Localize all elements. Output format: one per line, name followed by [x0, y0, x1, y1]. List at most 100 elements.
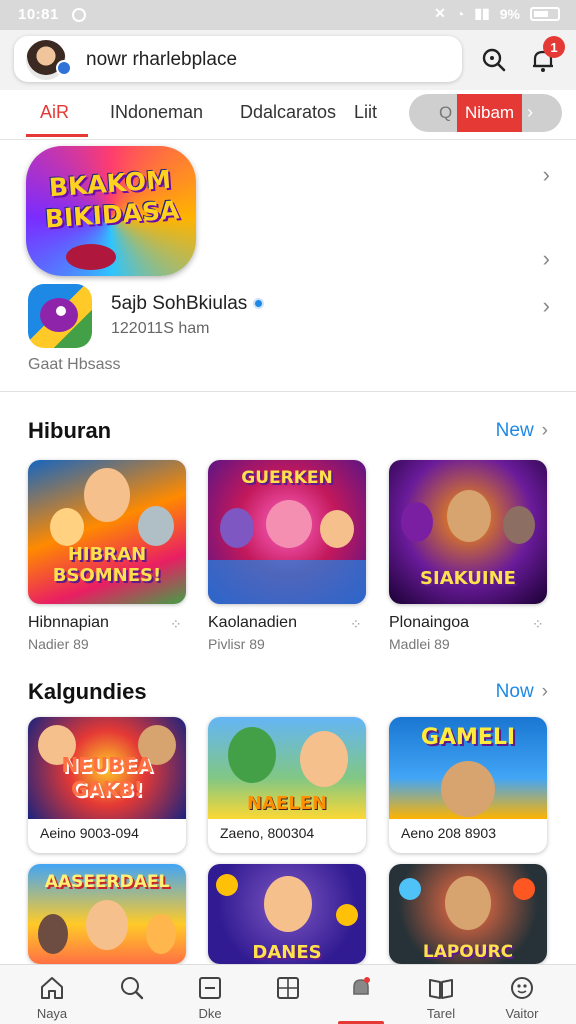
- wifi-icon: ◔: [455, 5, 465, 22]
- more-options-icon[interactable]: ⁘: [350, 616, 362, 633]
- tab-liit[interactable]: Liit: [354, 102, 377, 123]
- app-name[interactable]: 5ajb SohBkiulas: [111, 293, 265, 315]
- bottom-navigation: Naya Dke Tarel Vaitor: [0, 964, 576, 1024]
- game-tile[interactable]: GUERKEN: [208, 460, 366, 604]
- app-mascot-eye: [56, 306, 66, 316]
- nav-label: Dke: [198, 1006, 222, 1021]
- nav-grid[interactable]: [248, 965, 328, 1024]
- game-art-title: GAMELI: [420, 725, 516, 750]
- search-icon[interactable]: [474, 40, 514, 80]
- tile-floor: [208, 560, 366, 604]
- game-character: [445, 876, 491, 930]
- game-character: [86, 900, 128, 950]
- mute-icon: ✕: [434, 5, 446, 21]
- section-link-now[interactable]: Now ›: [496, 681, 548, 703]
- game-meta: Pivlisr 89: [208, 636, 265, 652]
- notification-bell-icon[interactable]: 1: [523, 36, 565, 80]
- status-bar: 10:81 ✕ ◔ ▮▮ 9%: [0, 0, 576, 30]
- notification-badge: 1: [543, 36, 565, 58]
- game-card-art: NEUBEA GAKB!: [28, 717, 186, 819]
- chevron-right-icon[interactable]: ›: [543, 162, 550, 188]
- game-art-title: SIAKUINE: [420, 568, 516, 589]
- section-title-kalgundies: Kalgundies: [28, 679, 147, 704]
- game-art-title: HIBRAN BSOMNES!: [52, 544, 162, 586]
- tab-indoneman[interactable]: INdoneman: [110, 102, 203, 123]
- app-icon[interactable]: [28, 284, 92, 348]
- game-card-caption: Zaeno, 800304: [220, 825, 315, 841]
- chevron-right-icon: ›: [527, 102, 533, 122]
- game-meta: Madlei 89: [389, 636, 450, 652]
- search-box[interactable]: nowr rharlebplace: [14, 36, 462, 82]
- battery-icon: [530, 6, 560, 21]
- verified-icon: [253, 298, 265, 310]
- tab-air[interactable]: AiR: [40, 102, 69, 123]
- game-character: [441, 761, 495, 817]
- game-character: [503, 506, 535, 544]
- game-name[interactable]: Hibnnapian: [28, 614, 109, 632]
- game-art-title: GUERKEN: [241, 468, 333, 488]
- gem-icon: [399, 878, 421, 900]
- game-name[interactable]: Plonaingoa: [389, 614, 469, 632]
- game-character: [50, 508, 84, 546]
- game-card-caption: Aeno 208 8903: [401, 825, 496, 841]
- game-card[interactable]: NAELEN Zaeno, 800304: [208, 717, 366, 853]
- nav-profile[interactable]: Vaitor: [482, 965, 562, 1024]
- document-icon: [199, 977, 221, 999]
- battery-percent: 9%: [499, 5, 520, 22]
- bell-icon: [353, 977, 370, 995]
- game-card-art: NAELEN: [208, 717, 366, 819]
- search-icon: [121, 977, 144, 1000]
- game-character: [447, 490, 491, 542]
- game-tile[interactable]: HIBRAN BSOMNES!: [28, 460, 186, 604]
- nav-notifications[interactable]: [321, 965, 401, 1024]
- game-card[interactable]: NEUBEA GAKB! Aeino 9003-094: [28, 717, 186, 853]
- game-meta: Nadier 89: [28, 636, 89, 652]
- game-art-title: AASEERDAEL: [44, 872, 170, 892]
- section-link-new[interactable]: New ›: [496, 420, 548, 442]
- more-options-icon[interactable]: ⁘: [532, 616, 544, 633]
- game-character: [146, 914, 176, 954]
- more-options-icon[interactable]: ⁘: [170, 616, 182, 633]
- featured-banner[interactable]: BKAKOM BIKIDASA: [26, 146, 196, 276]
- nav-dke[interactable]: Dke: [170, 965, 250, 1024]
- game-character: [228, 727, 276, 783]
- game-character: [38, 914, 68, 954]
- game-card-caption: Aeino 9003-094: [40, 825, 139, 841]
- game-tile[interactable]: DANES: [208, 864, 366, 964]
- coin-icon: [336, 904, 358, 926]
- nav-label: Naya: [36, 1006, 68, 1021]
- chevron-right-icon[interactable]: ›: [543, 293, 550, 319]
- top-bar: nowr rharlebplace 1: [0, 30, 576, 90]
- tab-ddalcaratos[interactable]: Ddalcaratos: [240, 102, 336, 123]
- status-time: 10:81: [18, 6, 59, 23]
- tab-pill-nibam[interactable]: Q Nibam ›: [409, 94, 562, 132]
- sync-icon: [72, 8, 86, 22]
- game-character: [320, 510, 354, 548]
- profile-icon: [511, 977, 533, 999]
- game-character: [84, 468, 130, 522]
- status-indicators: ✕ ◔ ▮▮ 9%: [434, 5, 560, 22]
- grid-icon: [277, 977, 299, 999]
- game-tile[interactable]: AASEERDAEL: [28, 864, 186, 964]
- game-tile[interactable]: LAPOURC: [389, 864, 547, 964]
- game-card[interactable]: GAMELI Aeno 208 8903: [389, 717, 547, 853]
- chevron-right-icon: ›: [541, 420, 548, 441]
- chevron-right-icon[interactable]: ›: [543, 246, 550, 272]
- book-icon: [429, 979, 453, 999]
- game-art-title: LAPOURC: [422, 942, 514, 962]
- nav-home[interactable]: Naya: [12, 965, 92, 1024]
- game-art-title: NAELEN: [246, 793, 328, 814]
- tab-pill-prefix: Q: [439, 103, 453, 122]
- game-name[interactable]: Kaolanadien: [208, 614, 297, 632]
- home-icon: [41, 977, 63, 999]
- search-input[interactable]: nowr rharlebplace: [86, 49, 237, 71]
- avatar-badge-icon: [56, 60, 72, 76]
- active-tab-indicator: [26, 134, 88, 137]
- game-tile[interactable]: SIAKUINE: [389, 460, 547, 604]
- nav-label: Tarel: [426, 1006, 456, 1021]
- game-character: [266, 500, 312, 548]
- featured-footer: Gaat Hbsass: [28, 356, 121, 373]
- game-card-art: GAMELI: [389, 717, 547, 819]
- nav-tarel[interactable]: Tarel: [401, 965, 481, 1024]
- nav-search[interactable]: [92, 965, 172, 1024]
